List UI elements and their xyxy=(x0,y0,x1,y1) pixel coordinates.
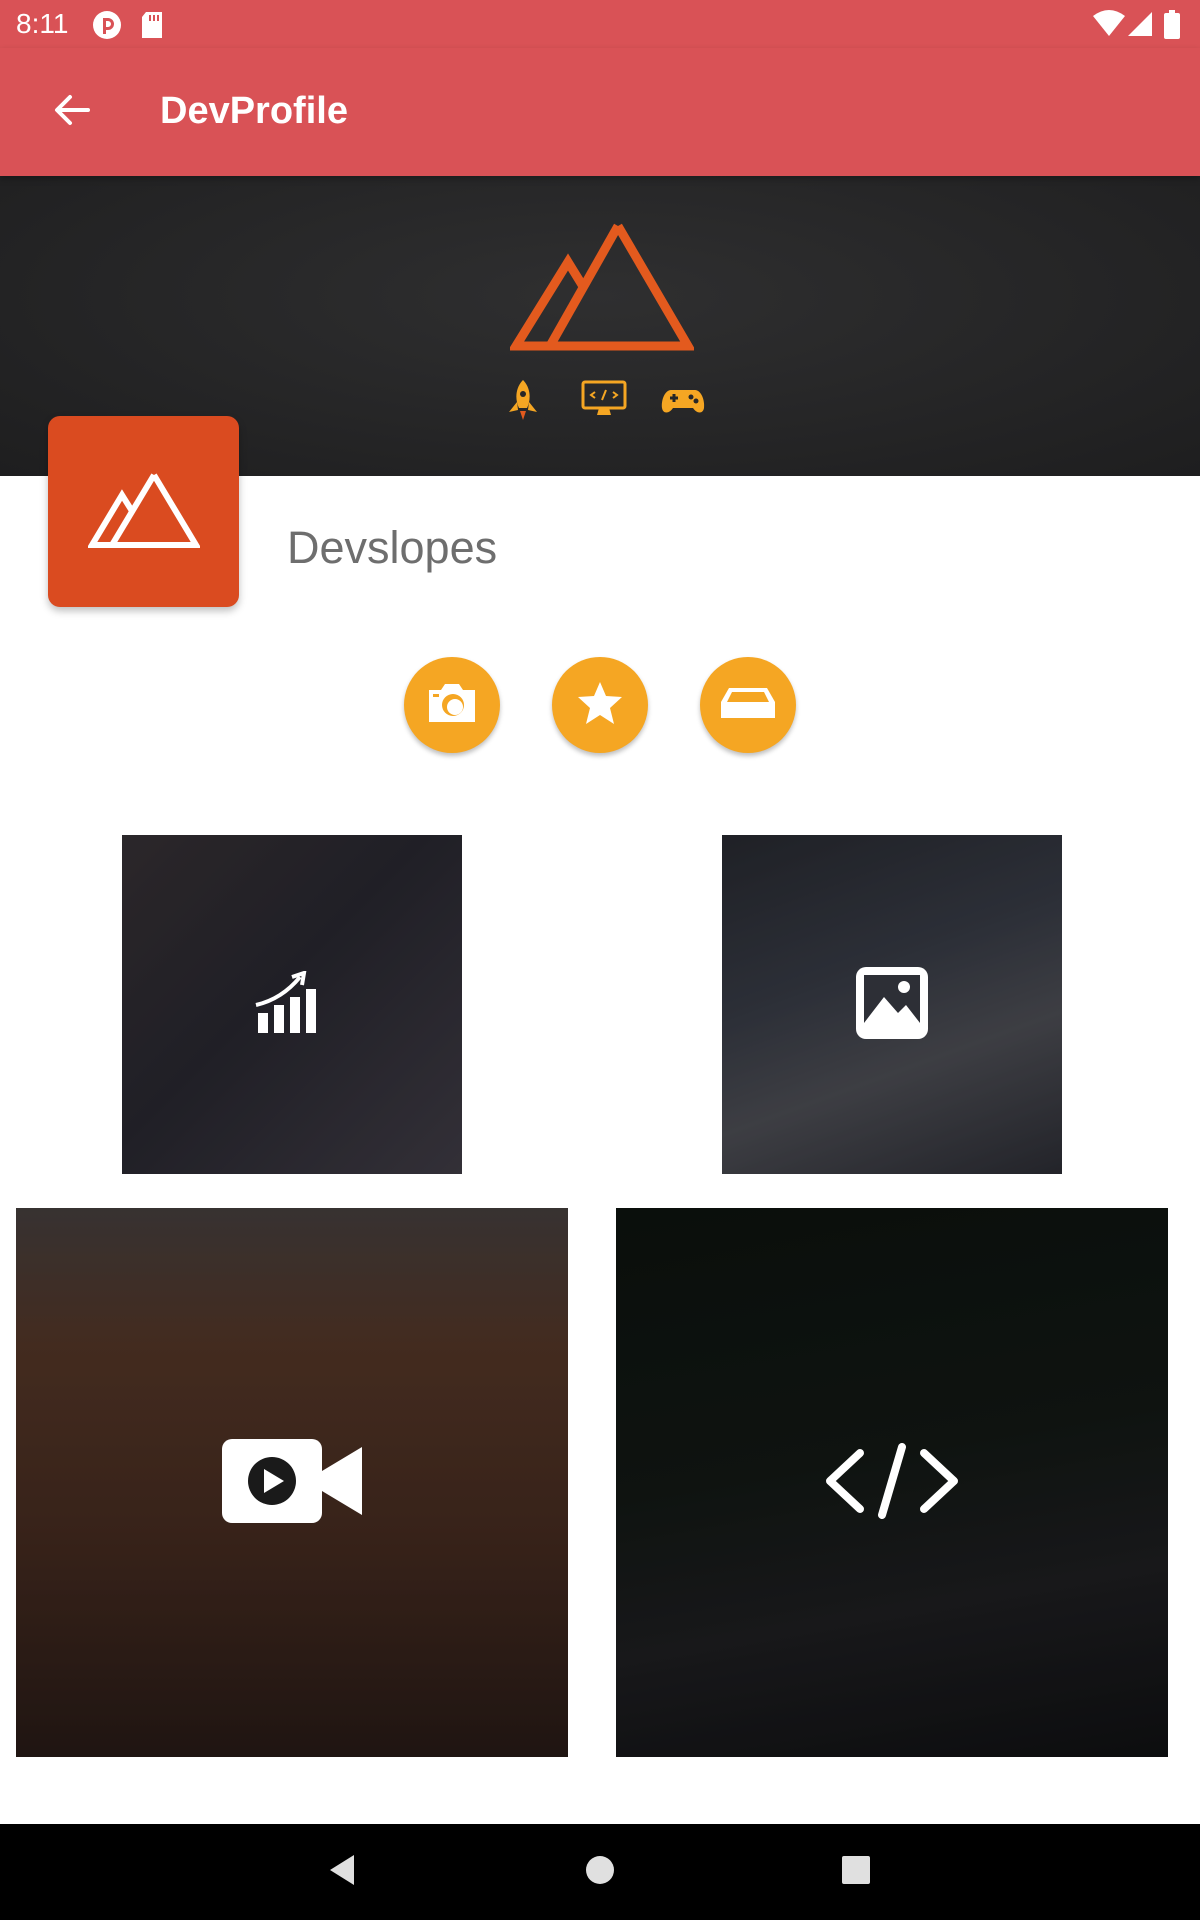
back-triangle-icon xyxy=(326,1853,358,1891)
image-icon xyxy=(854,965,930,1045)
home-circle-icon xyxy=(585,1855,615,1889)
devslopes-mountain-logo-icon xyxy=(507,218,696,356)
star-button[interactable] xyxy=(552,657,648,753)
recents-square-icon xyxy=(841,1855,871,1889)
devslopes-logo-icon xyxy=(86,469,201,555)
system-nav-bar xyxy=(0,1824,1200,1920)
camera-button[interactable] xyxy=(404,657,500,753)
bar-chart-icon xyxy=(252,969,332,1039)
app-bar: DevProfile xyxy=(0,48,1200,176)
wifi-icon xyxy=(1093,10,1125,42)
status-bar: 8:11 xyxy=(0,0,1200,48)
signal-icon xyxy=(1128,10,1154,42)
gamepad-icon xyxy=(661,386,705,420)
inbox-button[interactable] xyxy=(700,657,796,753)
code-monitor-icon xyxy=(581,380,627,422)
inbox-icon xyxy=(719,686,777,724)
status-time: 8:11 xyxy=(16,8,69,39)
code-icon xyxy=(824,1442,960,1523)
photos-tile[interactable] xyxy=(722,835,1062,1174)
rocket-icon xyxy=(505,378,541,426)
analytics-tile[interactable] xyxy=(122,835,462,1174)
nav-recents-button[interactable] xyxy=(832,1848,880,1896)
arrow-left-icon xyxy=(54,94,90,130)
video-tile[interactable] xyxy=(16,1208,568,1757)
profile-name: Devslopes xyxy=(287,522,498,573)
nav-back-button[interactable] xyxy=(318,1848,366,1896)
profile-logo xyxy=(48,416,239,607)
banner-icons xyxy=(505,378,705,426)
pocket-casts-icon xyxy=(92,10,122,44)
nav-home-button[interactable] xyxy=(576,1848,624,1896)
camera-icon xyxy=(425,682,479,728)
code-tile[interactable] xyxy=(616,1208,1168,1757)
sd-card-icon xyxy=(140,10,164,44)
back-button[interactable] xyxy=(40,86,104,138)
video-camera-icon xyxy=(220,1437,364,1529)
battery-icon xyxy=(1164,10,1180,44)
page-title: DevProfile xyxy=(160,90,348,132)
star-icon xyxy=(576,680,624,730)
